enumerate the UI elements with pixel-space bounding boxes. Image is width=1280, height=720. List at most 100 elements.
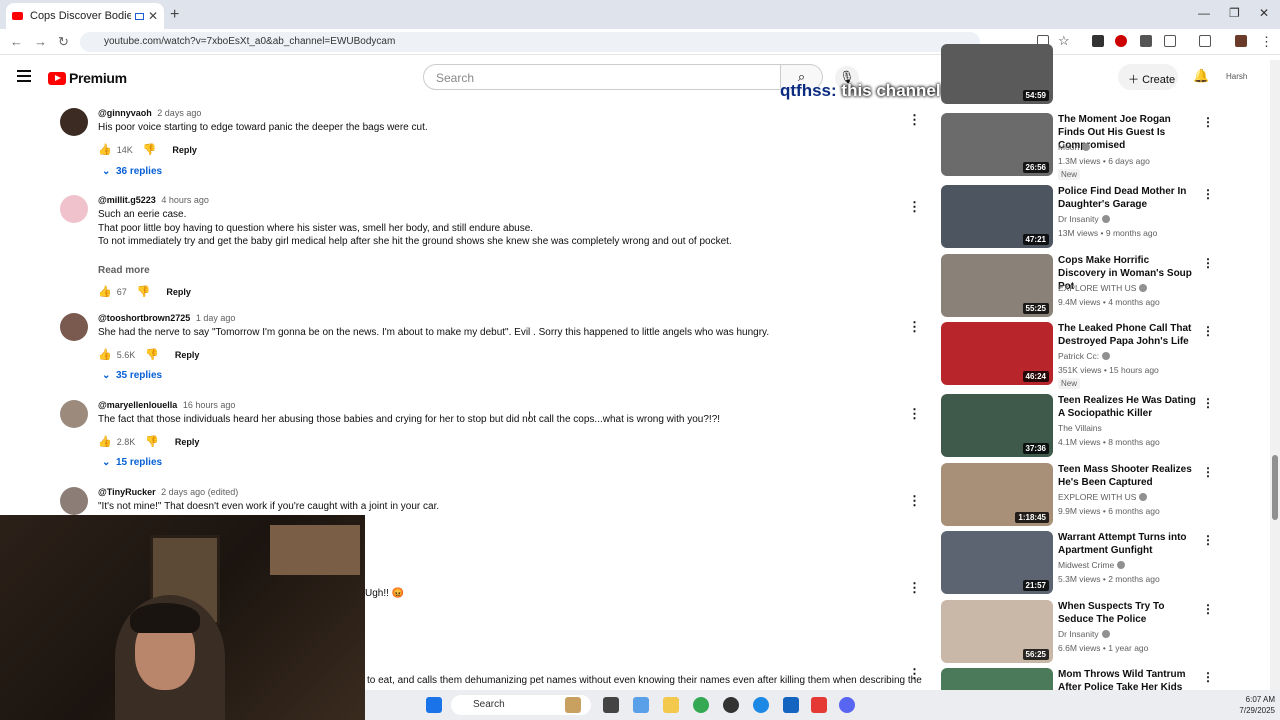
- video-thumbnail[interactable]: 54:59: [941, 44, 1053, 104]
- video-channel[interactable]: EXPLORE WITH US: [1058, 283, 1148, 293]
- comment-time[interactable]: 16 hours ago: [183, 400, 236, 410]
- video-thumbnail[interactable]: [941, 668, 1053, 690]
- view-replies-button[interactable]: ⌄ 36 replies: [102, 166, 162, 177]
- forward-icon[interactable]: →: [34, 34, 47, 49]
- youtube-app-icon[interactable]: [811, 697, 827, 713]
- video-channel[interactable]: Dr Insanity: [1058, 629, 1110, 639]
- thumbs-down-icon[interactable]: 👎: [137, 285, 151, 298]
- comment-menu-icon[interactable]: ⋮: [908, 406, 921, 422]
- restore-icon[interactable]: ❐: [1229, 6, 1240, 20]
- comment-handle[interactable]: @maryellenlouella: [98, 400, 177, 410]
- comment-menu-icon[interactable]: ⋮: [908, 199, 921, 215]
- video-menu-icon[interactable]: ⋮: [1202, 324, 1214, 338]
- avatar[interactable]: [60, 400, 88, 428]
- video-thumbnail[interactable]: 55:25: [941, 254, 1053, 317]
- adblock-icon[interactable]: [1115, 35, 1127, 47]
- video-thumbnail[interactable]: 46:24: [941, 322, 1053, 385]
- video-thumbnail[interactable]: 47:21: [941, 185, 1053, 248]
- comment-menu-icon[interactable]: ⋮: [908, 319, 921, 335]
- avatar[interactable]: [60, 313, 88, 341]
- thumbs-up-icon[interactable]: 👍: [98, 143, 112, 156]
- video-thumbnail[interactable]: 26:56: [941, 113, 1053, 176]
- video-menu-icon[interactable]: ⋮: [1202, 256, 1214, 270]
- comment-menu-icon[interactable]: ⋮: [908, 580, 921, 596]
- store-icon[interactable]: [783, 697, 799, 713]
- video-thumbnail[interactable]: 1:18:45: [941, 463, 1053, 526]
- new-tab-button[interactable]: +: [170, 6, 179, 24]
- system-clock[interactable]: 6:07 AM 7/29/2025: [1235, 694, 1275, 716]
- avatar[interactable]: [60, 195, 88, 223]
- minimize-icon[interactable]: —: [1198, 6, 1210, 20]
- comment-handle[interactable]: @tooshortbrown2725: [98, 313, 190, 323]
- video-thumbnail[interactable]: 56:25: [941, 600, 1053, 663]
- thumbs-up-icon[interactable]: 👍: [98, 348, 112, 361]
- video-menu-icon[interactable]: ⋮: [1202, 533, 1214, 547]
- video-menu-icon[interactable]: ⋮: [1202, 115, 1214, 129]
- reply-button[interactable]: Reply: [175, 350, 200, 360]
- video-channel[interactable]: Moon: [1058, 142, 1091, 152]
- comment-menu-icon[interactable]: ⋮: [908, 666, 921, 682]
- comment-time[interactable]: 2 days ago: [157, 108, 201, 118]
- video-title[interactable]: Warrant Attempt Turns into Apartment Gun…: [1058, 531, 1198, 557]
- media-icon[interactable]: [134, 12, 144, 20]
- video-thumbnail[interactable]: 37:36: [941, 394, 1053, 457]
- sidepanel-icon[interactable]: [1199, 35, 1211, 47]
- hamburger-menu-icon[interactable]: [17, 70, 31, 85]
- widget-icon[interactable]: [565, 697, 581, 713]
- video-title[interactable]: The Leaked Phone Call That Destroyed Pap…: [1058, 322, 1198, 348]
- read-more-button[interactable]: Read more: [98, 265, 150, 276]
- video-menu-icon[interactable]: ⋮: [1202, 602, 1214, 616]
- tab-close-icon[interactable]: ✕: [148, 9, 158, 23]
- edge-icon[interactable]: [753, 697, 769, 713]
- video-title[interactable]: Teen Mass Shooter Realizes He's Been Cap…: [1058, 463, 1198, 489]
- reload-icon[interactable]: ↻: [58, 34, 69, 50]
- notifications-bell-icon[interactable]: 🔔: [1193, 68, 1209, 84]
- avatar[interactable]: [60, 487, 88, 515]
- task-view-icon[interactable]: [603, 697, 619, 713]
- video-menu-icon[interactable]: ⋮: [1202, 670, 1214, 684]
- youtube-logo[interactable]: Premium: [48, 70, 127, 86]
- profile-icon[interactable]: [1235, 35, 1247, 47]
- reply-button[interactable]: Reply: [175, 437, 200, 447]
- video-channel[interactable]: Dr Insanity: [1058, 214, 1110, 224]
- bookmark-star-icon[interactable]: ☆: [1058, 33, 1070, 49]
- thumbs-up-icon[interactable]: 👍: [98, 285, 112, 298]
- windows-start-icon[interactable]: [426, 697, 442, 713]
- view-replies-button[interactable]: ⌄ 15 replies: [102, 457, 162, 468]
- comment-handle[interactable]: @millit.g5223: [98, 195, 156, 205]
- obs-icon[interactable]: [723, 697, 739, 713]
- menu-icon[interactable]: ⋮: [1260, 34, 1273, 50]
- video-channel[interactable]: Patrick Cc:: [1058, 351, 1111, 361]
- thumbs-up-icon[interactable]: 👍: [98, 435, 112, 448]
- extension-icon[interactable]: [1092, 35, 1104, 47]
- comment-menu-icon[interactable]: ⋮: [908, 112, 921, 128]
- page-scrollbar[interactable]: [1270, 60, 1280, 690]
- create-button[interactable]: ＋ Create: [1118, 64, 1178, 90]
- thumbs-down-icon[interactable]: 👎: [143, 143, 157, 156]
- account-name[interactable]: Harsh: [1226, 72, 1247, 81]
- comment-handle[interactable]: @ginnyvaoh: [98, 108, 152, 118]
- reply-button[interactable]: Reply: [166, 287, 191, 297]
- comment-handle[interactable]: @TinyRucker: [98, 487, 156, 497]
- comment-time[interactable]: 2 days ago (edited): [161, 487, 238, 497]
- view-replies-button[interactable]: ⌄ 35 replies: [102, 370, 162, 381]
- chrome-icon[interactable]: [693, 697, 709, 713]
- video-title[interactable]: Police Find Dead Mother In Daughter's Ga…: [1058, 185, 1198, 211]
- video-menu-icon[interactable]: ⋮: [1202, 396, 1214, 410]
- video-channel[interactable]: Midwest Crime: [1058, 560, 1126, 570]
- avatar[interactable]: [60, 108, 88, 136]
- video-channel[interactable]: EXPLORE WITH US: [1058, 492, 1148, 502]
- video-title[interactable]: Teen Realizes He Was Dating A Sociopathi…: [1058, 394, 1198, 420]
- puzzle-icon[interactable]: [1164, 35, 1176, 47]
- copilot-icon[interactable]: [633, 697, 649, 713]
- browser-tab[interactable]: Cops Discover Bodies in W ✕: [6, 3, 164, 29]
- extension-icon-2[interactable]: [1140, 35, 1152, 47]
- video-menu-icon[interactable]: ⋮: [1202, 465, 1214, 479]
- thumbs-down-icon[interactable]: 👎: [145, 348, 159, 361]
- video-menu-icon[interactable]: ⋮: [1202, 187, 1214, 201]
- video-channel[interactable]: The Villains: [1058, 423, 1102, 433]
- file-explorer-icon[interactable]: [663, 697, 679, 713]
- comment-time[interactable]: 1 day ago: [196, 313, 236, 323]
- comment-menu-icon[interactable]: ⋮: [908, 493, 921, 509]
- video-title[interactable]: When Suspects Try To Seduce The Police: [1058, 600, 1198, 626]
